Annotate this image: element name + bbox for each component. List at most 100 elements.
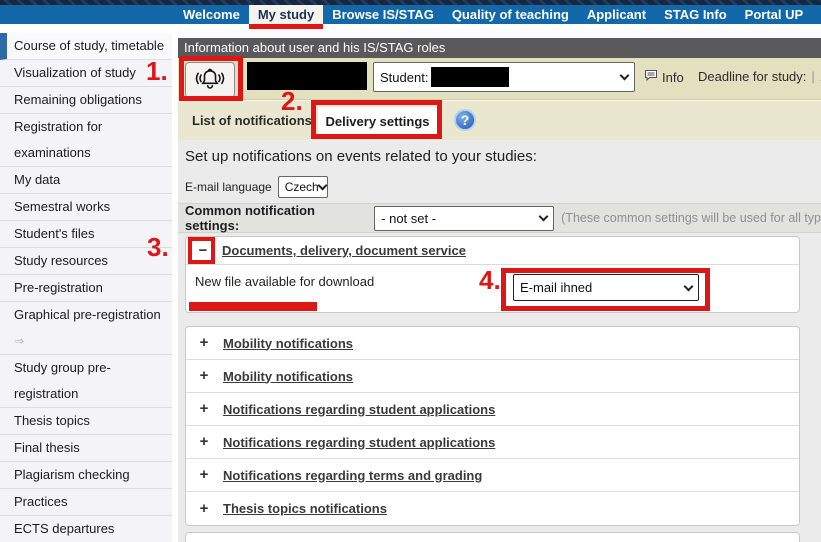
sidebar-item-graphical-pre-registration[interactable]: Graphical pre-registration ⇒ xyxy=(0,302,172,355)
sidebar-menu: Course of study, timetable Visualization… xyxy=(0,33,172,542)
sidebar-item-course-of-study-timetable[interactable]: Course of study, timetable xyxy=(0,33,172,60)
common-settings-strip: Common notification settings: - not set … xyxy=(178,203,821,233)
sidebar-item-label: Visualization of study xyxy=(14,65,136,80)
sidebar-item-label: Study group pre-registration xyxy=(14,360,111,401)
sidebar-item-label: Student's files xyxy=(14,226,95,241)
chevron-down-icon xyxy=(539,212,549,222)
sidebar-item-label: Graphical pre-registration xyxy=(14,307,161,322)
collapsed-sections-card: + Mobility notifications + Mobility noti… xyxy=(185,326,800,526)
sidebar-item-label: Pre-registration xyxy=(14,280,103,295)
sidebar-item-registration-for-examinations[interactable]: Registration for examinations xyxy=(0,114,172,167)
redacted-study-id xyxy=(431,67,509,87)
sidebar-item-label: Registration for examinations xyxy=(14,119,102,160)
nav-tab-welcome[interactable]: Welcome xyxy=(174,5,249,24)
partial-bottom-card xyxy=(185,532,800,542)
common-settings-hint: (These common settings will be used for … xyxy=(561,211,821,225)
nav-tab-quality-of-teaching[interactable]: Quality of teaching xyxy=(443,5,578,24)
documents-section-header: − Documents, delivery, document service xyxy=(186,237,799,265)
user-role-bar: Student: Info Deadline for study:|1. 9 xyxy=(178,58,821,100)
sidebar-item-students-files[interactable]: Student's files xyxy=(0,221,172,248)
sidebar-item-semestral-works[interactable]: Semestral works xyxy=(0,194,172,221)
section-title-link[interactable]: Thesis topics notifications xyxy=(223,501,387,516)
sidebar-item-final-thesis[interactable]: Final thesis xyxy=(0,435,172,462)
documents-section-card: − Documents, delivery, document service … xyxy=(185,236,800,313)
info-link-label: Info xyxy=(662,70,684,85)
sidebar-item-label: Thesis topics xyxy=(14,413,90,428)
tab-list-of-notifications[interactable]: List of notifications xyxy=(192,113,312,128)
user-info-bar: Information about user and his IS/STAG r… xyxy=(178,38,821,58)
nav-tab-my-study[interactable]: My study xyxy=(249,5,323,24)
notification-tabs: List of notifications Delivery settings … xyxy=(178,100,821,140)
info-link[interactable]: Info xyxy=(644,69,684,85)
section-title-link[interactable]: Notifications regarding student applicat… xyxy=(223,402,495,417)
section-student-applications-1: + Notifications regarding student applic… xyxy=(186,393,799,426)
isstag-portal-screen: Welcome My study Browse IS/STAG Quality … xyxy=(0,0,821,542)
sidebar-item-study-resources[interactable]: Study resources xyxy=(0,248,172,275)
sidebar-item-label: ECTS departures xyxy=(14,521,114,536)
expand-plus-icon[interactable]: + xyxy=(196,368,212,384)
email-language-select[interactable]: Czech xyxy=(278,176,328,198)
event-delivery-select[interactable]: E-mail ihned xyxy=(513,274,699,301)
role-select-label: Student: xyxy=(380,70,428,85)
sidebar-item-pre-registration[interactable]: Pre-registration xyxy=(0,275,172,302)
collapse-minus-icon[interactable]: − xyxy=(195,243,211,259)
redacted-user-name xyxy=(247,62,367,90)
section-title-link[interactable]: Notifications regarding student applicat… xyxy=(223,435,495,450)
documents-section-title-link[interactable]: Documents, delivery, document service xyxy=(222,243,466,258)
expand-plus-icon[interactable]: + xyxy=(196,467,212,483)
tab-delivery-settings[interactable]: Delivery settings xyxy=(318,107,437,135)
nav-tab-portal-up[interactable]: Portal UP xyxy=(736,5,813,24)
common-settings-label: Common notification settings: xyxy=(185,203,365,233)
nav-tab-applicant[interactable]: Applicant xyxy=(578,5,655,24)
sidebar-item-practices[interactable]: Practices xyxy=(0,489,172,516)
help-icon[interactable]: ? xyxy=(454,109,476,131)
main-navigation: Welcome My study Browse IS/STAG Quality … xyxy=(0,5,821,24)
info-bubble-icon xyxy=(644,69,658,85)
section-student-applications-2: + Notifications regarding student applic… xyxy=(186,426,799,459)
nav-tab-browse-isstag[interactable]: Browse IS/STAG xyxy=(323,5,443,24)
sidebar-item-remaining-obligations[interactable]: Remaining obligations xyxy=(0,87,172,114)
section-title-link[interactable]: Mobility notifications xyxy=(223,369,353,384)
event-label: New file available for download xyxy=(195,274,374,289)
expand-plus-icon[interactable]: + xyxy=(196,335,212,351)
nav-tab-stag-info[interactable]: STAG Info xyxy=(655,5,736,24)
main-panel: Information about user and his IS/STAG r… xyxy=(178,29,821,542)
event-delivery-value: E-mail ihned xyxy=(520,280,592,295)
sidebar-item-visualization-of-study[interactable]: Visualization of study xyxy=(0,60,172,87)
expand-plus-icon[interactable]: + xyxy=(196,401,212,417)
section-terms-and-grading: + Notifications regarding terms and grad… xyxy=(186,459,799,492)
deadline-for-study: Deadline for study:|1. 9 xyxy=(698,69,821,84)
email-language-value: Czech xyxy=(285,180,319,194)
sidebar-item-label: Plagiarism checking xyxy=(14,467,130,482)
deadline-label: Deadline for study: xyxy=(698,69,806,84)
section-thesis-topics: + Thesis topics notifications xyxy=(186,492,799,525)
notifications-bell-button[interactable] xyxy=(185,62,235,98)
common-settings-value: - not set - xyxy=(381,211,436,226)
expand-plus-icon[interactable]: + xyxy=(196,434,212,450)
section-title-link[interactable]: Notifications regarding terms and gradin… xyxy=(223,468,482,483)
bell-icon xyxy=(193,65,227,96)
external-link-icon: ⇒ xyxy=(14,334,24,348)
sidebar-item-plagiarism-checking[interactable]: Plagiarism checking xyxy=(0,462,172,489)
section-title-link[interactable]: Mobility notifications xyxy=(223,336,353,351)
sidebar-item-label: Course of study, timetable xyxy=(14,38,164,53)
sidebar-item-ects-departures[interactable]: ECTS departures xyxy=(0,516,172,542)
chevron-down-icon xyxy=(317,181,327,191)
chevron-down-icon xyxy=(684,281,694,291)
sidebar-item-my-data[interactable]: My data xyxy=(0,167,172,194)
sidebar-item-label: Study resources xyxy=(14,253,108,268)
delivery-settings-content: Set up notifications on events related t… xyxy=(178,140,821,542)
sidebar-item-label: Semestral works xyxy=(14,199,110,214)
sidebar-item-study-group-pre-registration[interactable]: Study group pre-registration xyxy=(0,355,172,408)
deadline-separator: | xyxy=(806,69,819,84)
expand-plus-icon[interactable]: + xyxy=(196,501,212,517)
documents-section-detail: New file available for download E-mail i… xyxy=(186,265,799,312)
sidebar-item-thesis-topics[interactable]: Thesis topics xyxy=(0,408,172,435)
section-mobility-1: + Mobility notifications xyxy=(186,327,799,360)
sidebar-item-label: My data xyxy=(14,172,60,187)
sidebar-item-label: Remaining obligations xyxy=(14,92,142,107)
common-settings-select[interactable]: - not set - xyxy=(374,206,554,231)
role-select[interactable]: Student: xyxy=(373,62,635,92)
sidebar-item-label: Practices xyxy=(14,494,67,509)
email-language-row: E-mail language Czech xyxy=(185,176,328,198)
